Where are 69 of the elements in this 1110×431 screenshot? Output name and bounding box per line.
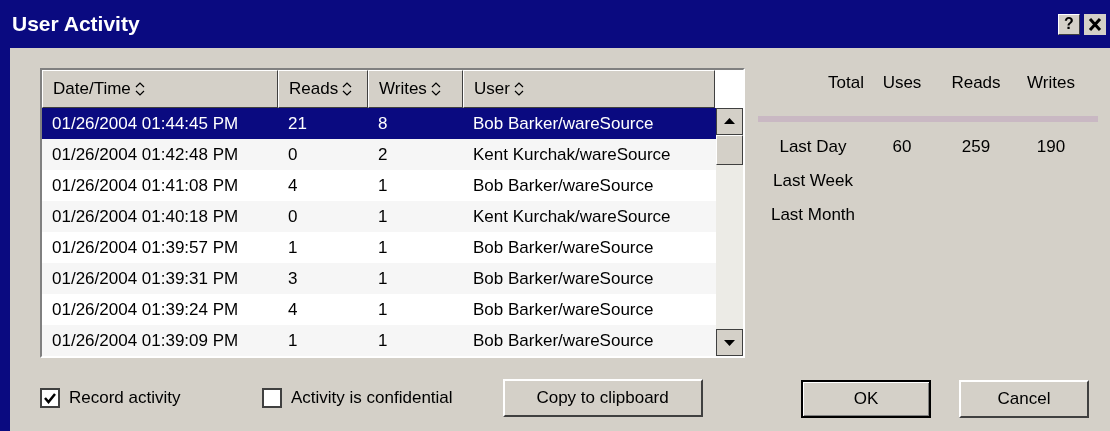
table-cell-text: 01/26/2004 01:44:45 PM [51, 112, 240, 135]
table-cell-text: Bob Barker/wareSource [472, 174, 655, 197]
table-row[interactable]: 01/26/2004 01:40:18 PM 0 1 Kent Kurchak/wareSource [42, 201, 716, 232]
checkbox[interactable] [40, 388, 60, 408]
scrollbar[interactable] [716, 108, 743, 356]
sort-icon [134, 81, 145, 97]
table-row[interactable]: 01/26/2004 01:39:09 PM 1 1 Bob Barker/wareSource [42, 325, 716, 356]
table-cell-text: 01/26/2004 01:41:08 PM [51, 174, 240, 197]
column-header[interactable]: Writes [368, 70, 463, 108]
cancel-button[interactable]: Cancel [959, 380, 1089, 418]
summary-header: Reads [950, 72, 1002, 92]
table-cell-text: Bob Barker/wareSource [472, 298, 655, 321]
table-row[interactable]: 01/26/2004 01:42:48 PM 0 2 Kent Kurchak/wareSource [42, 139, 716, 170]
column-header[interactable]: Date/Time [42, 70, 278, 108]
table-cell-text: 01/26/2004 01:39:31 PM [51, 267, 240, 290]
table-cell-text: 01/26/2004 01:39:09 PM [51, 329, 240, 352]
summary-header: Writes [1026, 72, 1076, 92]
table-cell-text: 1 [377, 205, 389, 228]
summary-label: Last Month [769, 204, 857, 227]
column-header[interactable]: Reads [278, 70, 368, 108]
column-header[interactable]: User [463, 70, 715, 108]
table-cell-text: Kent Kurchak/wareSource [472, 205, 672, 228]
table-cell-text: 2 [377, 143, 389, 166]
scroll-up-icon[interactable] [716, 108, 743, 135]
table-cell-text: 1 [377, 329, 389, 352]
summary-value: 259 [960, 136, 992, 159]
table-cell-text: 01/26/2004 01:39:57 PM [51, 236, 240, 259]
table-cell-text: 01/26/2004 01:40:18 PM [51, 205, 240, 228]
table-cell-text: 3 [287, 267, 299, 290]
table-cell-text: 4 [287, 298, 299, 321]
checkbox-label: Record activity [69, 387, 181, 410]
checkbox[interactable] [262, 388, 282, 408]
table-cell-text: 1 [377, 236, 389, 259]
table-cell-text: 1 [287, 329, 299, 352]
checkbox-label: Activity is confidential [291, 387, 453, 410]
table-row[interactable]: 01/26/2004 01:44:45 PM 21 8 Bob Barker/wareSource [42, 108, 716, 139]
scroll-down-icon[interactable] [716, 329, 743, 356]
sort-icon [342, 81, 353, 97]
table-cell-text: 01/26/2004 01:42:48 PM [51, 143, 240, 166]
summary-label: Last Week [772, 170, 854, 193]
copy-button[interactable]: Copy to clipboard [502, 379, 703, 417]
table-cell-text: 1 [377, 298, 389, 321]
table-cell-text: 8 [377, 112, 389, 135]
table-cell-text: Bob Barker/wareSource [472, 329, 655, 352]
table-cell-text: 1 [377, 174, 389, 197]
table-cell-text: Bob Barker/wareSource [472, 112, 655, 135]
sort-icon [513, 81, 524, 97]
table-cell-text: 0 [287, 143, 299, 166]
table-cell-text: Bob Barker/wareSource [472, 236, 655, 259]
window-title: User Activity [12, 11, 141, 38]
sort-icon [430, 81, 441, 97]
help-button[interactable]: ? [1058, 13, 1080, 35]
table-row[interactable]: 01/26/2004 01:39:31 PM 3 1 Bob Barker/wareSource [42, 263, 716, 294]
summary-header: Uses [881, 72, 923, 92]
close-icon[interactable] [1084, 13, 1106, 35]
table-cell-text: Bob Barker/wareSource [472, 267, 655, 290]
summary-header: Total [827, 72, 865, 92]
table-cell-text: 0 [287, 205, 299, 228]
summary-value: 190 [1035, 136, 1067, 159]
scroll-thumb[interactable] [716, 135, 743, 165]
table-cell-text: Kent Kurchak/wareSource [472, 143, 672, 166]
table-cell-text: 4 [287, 174, 299, 197]
table-cell-text: 21 [287, 112, 308, 135]
table-cell-text: 1 [287, 236, 299, 259]
summary-label: Last Day [778, 136, 848, 159]
summary-value: 60 [891, 136, 913, 159]
table-cell-text: 01/26/2004 01:39:24 PM [51, 298, 240, 321]
table-cell-text: 1 [377, 267, 389, 290]
ok-button[interactable]: OK [801, 380, 931, 418]
